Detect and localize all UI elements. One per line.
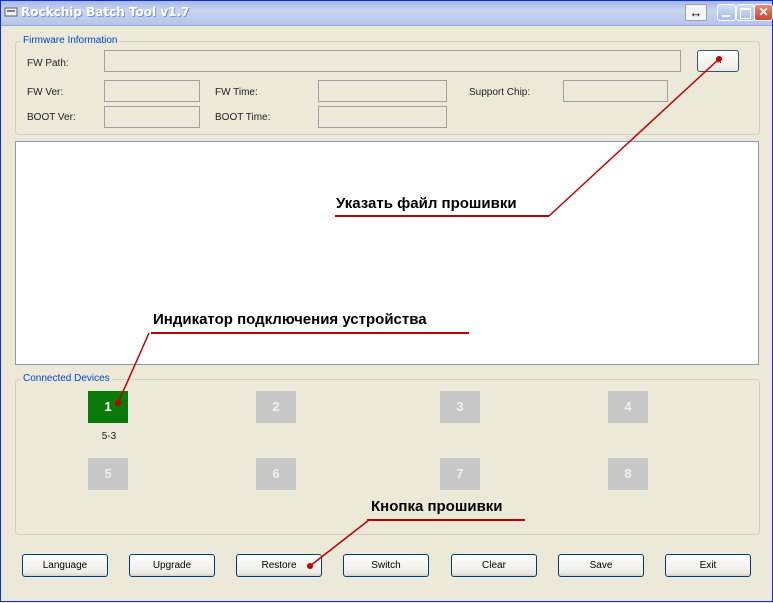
device-slot-7[interactable]: 7 <box>440 458 480 490</box>
boot-ver-field <box>104 106 200 128</box>
device-1-port-label: 5-3 <box>101 431 117 442</box>
support-chip-field <box>563 80 668 102</box>
support-chip-label: Support Chip: <box>469 87 531 98</box>
fw-time-field <box>318 80 447 102</box>
connected-devices-label: Connected Devices <box>21 373 112 384</box>
annotation-select-firmware: Указать файл прошивки <box>336 195 517 212</box>
device-slot-1[interactable]: 1 <box>88 391 128 423</box>
device-slot-5[interactable]: 5 <box>88 458 128 490</box>
device-slot-8[interactable]: 8 <box>608 458 648 490</box>
save-button[interactable]: Save <box>558 554 644 577</box>
fw-path-label: FW Path: <box>27 58 69 69</box>
annotation-underline <box>335 215 549 217</box>
device-slot-2[interactable]: 2 <box>256 391 296 423</box>
title-bar: Rockchip Batch Tool v1.7 ↔ ✕ <box>1 1 773 26</box>
fw-path-field[interactable] <box>104 50 681 72</box>
device-slot-6[interactable]: 6 <box>256 458 296 490</box>
device-slot-4[interactable]: 4 <box>608 391 648 423</box>
app-icon <box>4 7 18 17</box>
fw-time-label: FW Time: <box>215 87 258 98</box>
minimize-button[interactable] <box>717 4 736 21</box>
annotation-underline <box>151 332 469 334</box>
annotation-underline <box>367 519 525 521</box>
exit-button[interactable]: Exit <box>665 554 751 577</box>
restore-button[interactable]: Restore <box>236 554 322 577</box>
close-button[interactable]: ✕ <box>754 4 773 21</box>
fw-ver-field <box>104 80 200 102</box>
boot-time-field <box>318 106 447 128</box>
annotation-device-indicator: Индикатор подключения устройства <box>153 311 427 328</box>
annotation-flash-button: Кнопка прошивки <box>371 498 503 515</box>
browse-firmware-button[interactable]: ... <box>697 50 739 72</box>
clear-button[interactable]: Clear <box>451 554 537 577</box>
app-window: Rockchip Batch Tool v1.7 ↔ ✕ Firmware In… <box>0 0 773 602</box>
boot-ver-label: BOOT Ver: <box>27 112 76 123</box>
resize-arrows-icon[interactable]: ↔ <box>685 4 707 21</box>
fw-ver-label: FW Ver: <box>27 87 64 98</box>
upgrade-button[interactable]: Upgrade <box>129 554 215 577</box>
switch-button[interactable]: Switch <box>343 554 429 577</box>
firmware-info-label: Firmware Information <box>21 35 120 46</box>
boot-time-label: BOOT Time: <box>215 112 271 123</box>
device-slot-3[interactable]: 3 <box>440 391 480 423</box>
language-button[interactable]: Language <box>22 554 108 577</box>
maximize-button[interactable] <box>736 4 755 21</box>
window-title: Rockchip Batch Tool v1.7 <box>21 5 190 19</box>
